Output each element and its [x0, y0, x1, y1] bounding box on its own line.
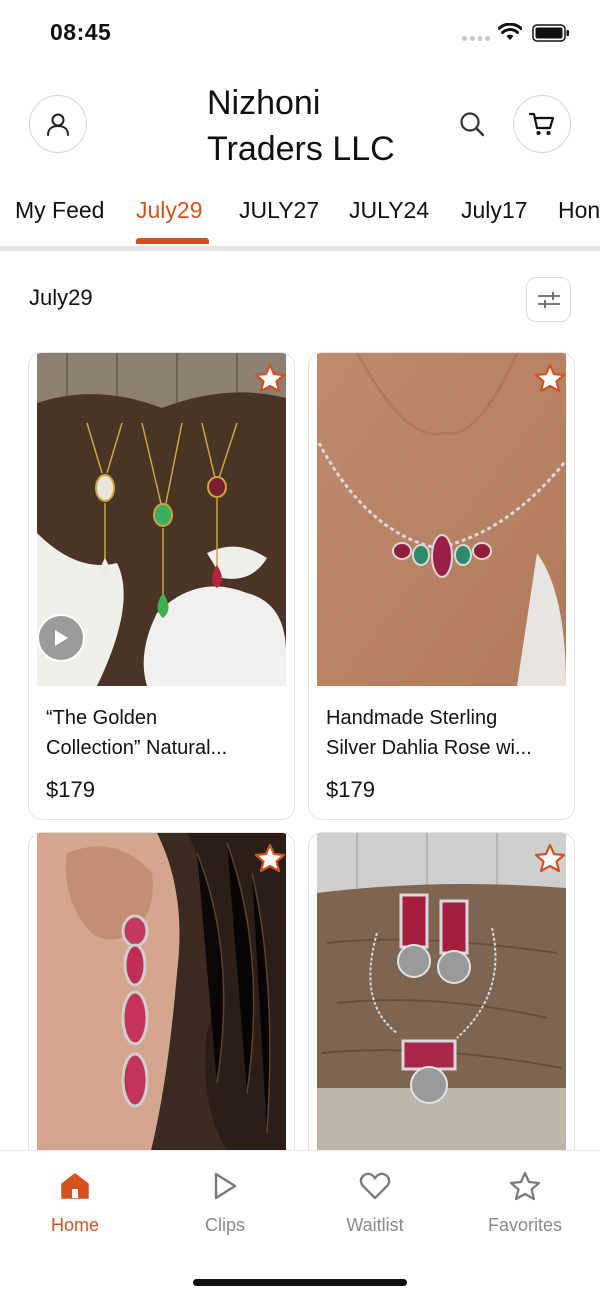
cellular-signal-icon [462, 36, 490, 42]
product-title-line2: Collection” Natural... [46, 737, 228, 759]
status-bar: 08:45 [0, 0, 600, 66]
play-icon [214, 1172, 237, 1200]
user-icon [47, 113, 69, 136]
product-image[interactable] [317, 353, 566, 686]
tab-july17[interactable]: July17 [461, 197, 527, 224]
nav-home[interactable]: Home [20, 1169, 130, 1236]
product-title-line2: Silver Dahlia Rose wi... [326, 737, 532, 759]
product-title: Handmade Sterling Silver Dahlia Rose wi.… [326, 703, 561, 763]
favorite-star-icon[interactable] [254, 843, 286, 873]
search-button[interactable] [456, 108, 488, 140]
store-title-line2: Traders LLC [207, 130, 395, 168]
product-card-3[interactable] [28, 832, 295, 1162]
tab-july29[interactable]: July29 [136, 197, 202, 224]
cart-button[interactable] [513, 95, 571, 153]
product-title-line1: “The Golden [46, 707, 158, 729]
favorite-star-icon[interactable] [534, 363, 566, 393]
store-title: Nizhoni Traders LLC [207, 80, 437, 172]
favorite-star-icon[interactable] [254, 363, 286, 393]
product-title-line1: Handmade Sterling [326, 707, 498, 729]
nav-favorites-label: Favorites [487, 1215, 563, 1235]
search-icon [460, 112, 485, 137]
tab-july24[interactable]: JULY24 [349, 197, 429, 224]
play-icon [55, 630, 68, 646]
tab-my-feed[interactable]: My Feed [15, 197, 104, 224]
status-time: 08:45 [50, 19, 112, 45]
nav-waitlist[interactable]: Waitlist [320, 1169, 430, 1236]
wifi-icon [498, 23, 522, 40]
store-header: Nizhoni Traders LLC [0, 66, 600, 186]
product-image[interactable] [317, 833, 566, 1161]
product-title: “The Golden Collection” Natural... [46, 703, 281, 763]
product-price: $179 [326, 777, 375, 802]
product-card-4[interactable] [308, 832, 575, 1162]
filter-button[interactable] [526, 277, 571, 322]
section-title: July29 [29, 285, 93, 310]
play-video-button[interactable] [37, 614, 85, 662]
active-tab-indicator [136, 238, 209, 244]
nav-clips[interactable]: Clips [170, 1169, 280, 1236]
bottom-navigation: Home Clips Waitlist Favorites [0, 1150, 600, 1299]
profile-button[interactable] [29, 95, 87, 153]
nav-clips-label: Clips [204, 1215, 245, 1235]
tabs-divider [0, 246, 600, 251]
battery-icon [532, 24, 569, 42]
home-indicator[interactable] [193, 1279, 407, 1286]
home-icon [61, 1173, 89, 1199]
filter-sliders-icon [537, 291, 560, 308]
favorite-star-icon[interactable] [534, 843, 566, 873]
cart-icon [528, 112, 555, 135]
store-title-line1: Nizhoni [207, 84, 321, 122]
nav-home-label: Home [50, 1215, 99, 1235]
collection-tabs: My Feed July29 JULY27 JULY24 July17 Hon [0, 186, 600, 248]
product-card-1[interactable]: “The Golden Collection” Natural... $179 [28, 352, 295, 820]
nav-waitlist-label: Waitlist [346, 1215, 404, 1235]
product-price: $179 [46, 777, 95, 802]
heart-icon [359, 1172, 391, 1200]
tab-july27[interactable]: JULY27 [239, 197, 319, 224]
nav-favorites[interactable]: Favorites [470, 1169, 580, 1236]
product-card-2[interactable]: Handmade Sterling Silver Dahlia Rose wi.… [308, 352, 575, 820]
star-icon [509, 1171, 541, 1201]
tab-hon[interactable]: Hon [558, 197, 600, 224]
product-image[interactable] [37, 833, 286, 1161]
